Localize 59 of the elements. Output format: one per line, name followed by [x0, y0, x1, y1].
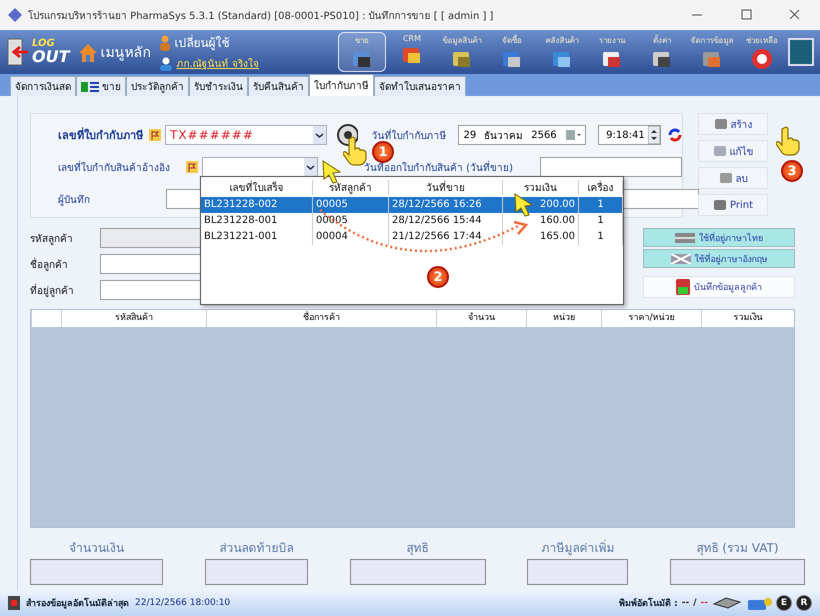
status-text: 22/12/2566 18:00:10 [135, 598, 230, 608]
switch-user-label[interactable]: เปลี่ยนผู้ใช้ [174, 33, 230, 52]
total-label: สุทธิ [406, 540, 430, 557]
total-label: สุทธิ (รวม VAT) [695, 540, 780, 557]
table-cell: 165.00 [503, 229, 579, 245]
column-header: วันที่ขาย [389, 180, 503, 194]
field-label: ที่อยู่ลูกค้า [30, 282, 75, 298]
status-badge: E [776, 595, 792, 611]
tab[interactable]: รับคืนสินค้า [248, 76, 309, 96]
window-title: โปรแกรมบริหารร้านยา PharmaSys 5.3.1 (Standard) [08-0001-PS010] : บันทึกการขาย [ [ admin ] ] [28, 9, 494, 22]
status-badge: R [796, 595, 812, 611]
tab[interactable]: จัดการเงินสด [10, 76, 76, 96]
date-field[interactable]: 29 ธันวาคม 2566 [458, 125, 586, 145]
tab[interactable]: จัดทำใบเสนอราคา [374, 76, 466, 96]
tab[interactable]: ใบกำกับภาษี [309, 74, 374, 96]
tab[interactable]: ประวัติลูกค้า [126, 76, 189, 96]
field-label: ชื่อลูกค้า [30, 256, 69, 272]
step-badge: 3 [781, 160, 803, 182]
module-button[interactable]: ช่วยเหลือ [738, 32, 786, 72]
column-header: เลขที่ใบเสร็จ [201, 180, 313, 194]
total-label: ส่วนลดท้ายบิล [218, 540, 294, 557]
action-button[interactable]: Print [698, 194, 768, 216]
address-button[interactable]: บันทึกข้อมูลลูกค้า [643, 276, 795, 298]
status-text: พิมพ์อัตโนมัติ : [619, 596, 678, 610]
status-value: / [693, 598, 697, 608]
status-value: -- [682, 598, 690, 608]
total-label: จำนวนเงิน [68, 540, 125, 557]
action-button[interactable]: สร้าง [698, 113, 768, 135]
total-label: ภาษีมูลค่าเพิ่ม [540, 538, 616, 557]
field-label: เลขที่ใบกำกับภาษี [58, 126, 144, 144]
field-label: ผู้บันทึก [58, 194, 91, 206]
address-button[interactable]: ใช้ที่อยู่ภาษาอังกฤษ [643, 249, 795, 268]
table-cell: BL231221-001 [201, 229, 313, 245]
user-link[interactable]: ภก.ณัฐนันท์ จริงใจ [176, 56, 259, 71]
module-button[interactable]: ตั้งค่า [638, 32, 686, 72]
module-button[interactable]: รายงาน [588, 32, 636, 72]
tab[interactable]: ขาย [76, 76, 126, 96]
module-button[interactable]: ข้อมูลสินค้า [438, 32, 486, 72]
field-label: วันที่ใบกำกับภาษี [371, 128, 448, 142]
action-button[interactable]: แก้ไข [698, 140, 768, 162]
action-button[interactable]: ลบ [698, 167, 768, 189]
module-button[interactable]: คลังสินค้า [538, 32, 586, 72]
table-cell: 21/12/2566 17:44 [389, 229, 503, 245]
time-field[interactable]: 9:18:41 [598, 125, 661, 145]
tab[interactable]: รับชำระเงิน [189, 76, 248, 96]
module-button[interactable]: จัดการข้อมูล [688, 32, 736, 72]
table-cell: 00004 [313, 229, 389, 245]
home-button[interactable]: เมนูหลัก [78, 41, 151, 63]
status-value: -- [700, 598, 708, 608]
status-text: สำรองข้อมูลอัตโนมัติล่าสุด [26, 596, 129, 610]
invoice-number-dropdown[interactable]: TX###### [165, 125, 328, 145]
table-cell: 1 [579, 229, 623, 245]
column-header: เครื่อง [579, 180, 623, 194]
dropdown-row[interactable]: BL231228-002 00005 28/12/2566 16:26 200.00 1 [201, 197, 623, 213]
dropdown-row[interactable]: BL231221-001 00004 21/12/2566 17:44 165.00 1 [201, 229, 623, 245]
field-label: รหัสลูกค้า [30, 232, 74, 246]
field-label: เลขที่ใบกำกับสินค้าอ้างอิง [58, 160, 171, 174]
logout-button[interactable]: LOG OUT [6, 37, 70, 67]
address-button[interactable]: ใช้ที่อยู่ภาษาไทย [643, 228, 795, 247]
